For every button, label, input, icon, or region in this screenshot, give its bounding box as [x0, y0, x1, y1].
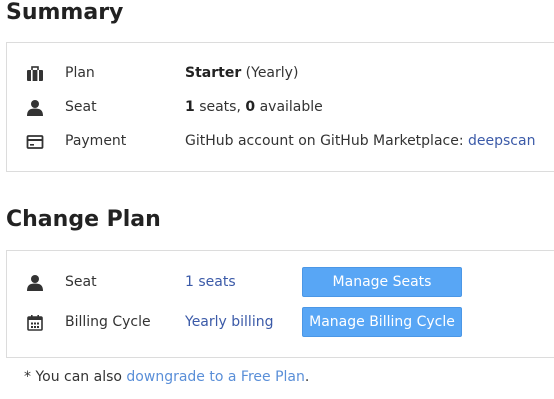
billing-cycle-row: Billing Cycle Yearly billing Manage Bill…: [7, 307, 554, 337]
change-seat-row: Seat 1 seats Manage Seats: [7, 267, 554, 297]
seats-used: 1: [185, 99, 195, 115]
payment-text: GitHub account on GitHub Marketplace:: [185, 133, 469, 149]
person-icon: [27, 100, 43, 116]
plan-row: Plan Starter (Yearly): [7, 62, 554, 86]
change-plan-title: Change Plan: [6, 207, 161, 232]
payment-value: GitHub account on GitHub Marketplace: de…: [185, 133, 535, 149]
manage-billing-cycle-button[interactable]: Manage Billing Cycle: [302, 307, 462, 337]
briefcase-icon: [27, 66, 43, 81]
payment-row: Payment GitHub account on GitHub Marketp…: [7, 130, 554, 154]
person-icon: [27, 275, 43, 291]
plan-label: Plan: [65, 65, 95, 81]
credit-card-icon: [26, 135, 44, 149]
plan-value: Starter (Yearly): [185, 65, 298, 81]
seat-value: 1 seats, 0 available: [185, 99, 323, 115]
deepscan-link[interactable]: deepscan: [468, 133, 535, 149]
seats-available: 0: [245, 99, 256, 115]
plan-name: Starter: [185, 65, 242, 81]
seat-label: Seat: [65, 99, 97, 115]
footnote-prefix: * You can also: [24, 369, 127, 385]
seat-count-value: 1 seats: [185, 274, 236, 290]
billing-cycle-value: Yearly billing: [185, 314, 274, 330]
seats-used-suffix: seats,: [194, 99, 246, 115]
seat-row: Seat 1 seats, 0 available: [7, 96, 554, 120]
summary-title: Summary: [6, 0, 124, 25]
calendar-icon: [27, 315, 43, 331]
billing-cycle-label: Billing Cycle: [65, 314, 151, 330]
manage-seats-button[interactable]: Manage Seats: [302, 267, 462, 297]
downgrade-link[interactable]: downgrade to a Free Plan: [126, 369, 304, 385]
summary-card: Plan Starter (Yearly) Seat 1 seats, 0 av…: [6, 42, 554, 172]
change-seat-label: Seat: [65, 274, 97, 290]
change-plan-card: Seat 1 seats Manage Seats Billing Cycle …: [6, 250, 554, 358]
footnote-suffix: .: [304, 369, 310, 385]
payment-label: Payment: [65, 133, 127, 149]
seats-available-suffix: available: [255, 99, 323, 115]
footnote: * You can also downgrade to a Free Plan.: [24, 369, 309, 385]
plan-cycle: (Yearly): [241, 65, 299, 81]
